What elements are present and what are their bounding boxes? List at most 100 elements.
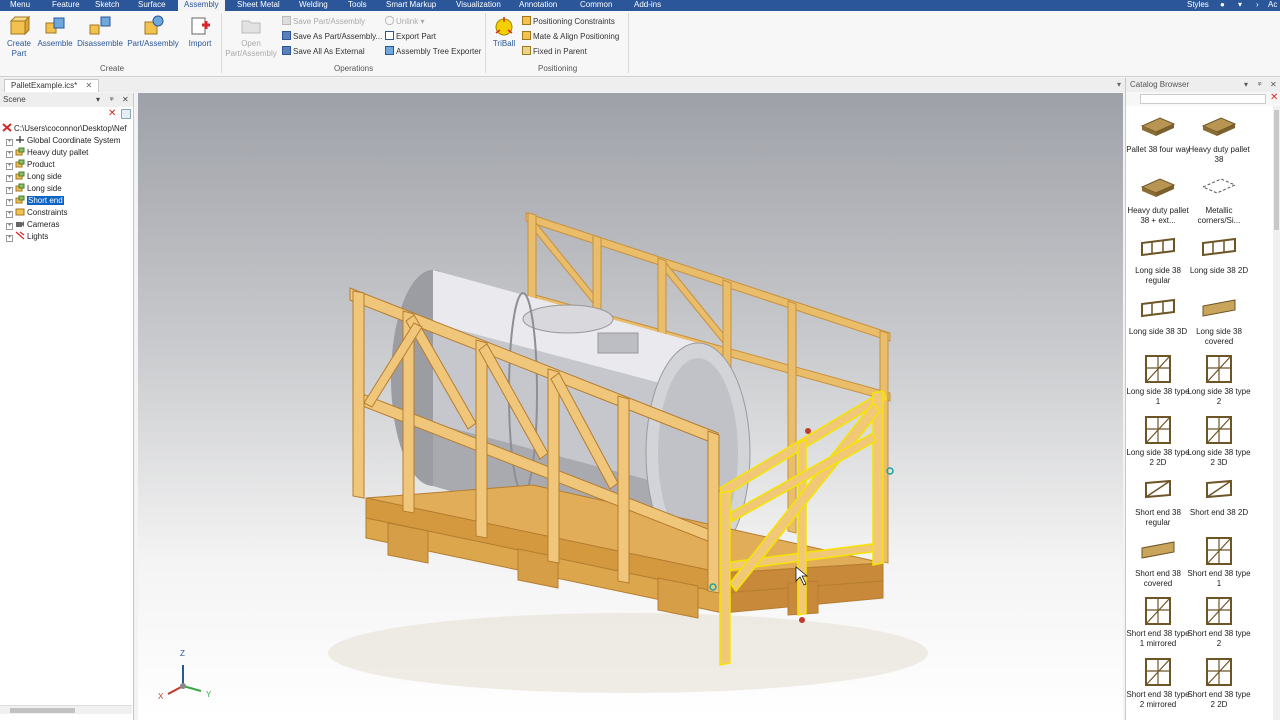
catalog-item[interactable]: Short end 38 type 2	[1187, 596, 1251, 649]
scrollbar-thumb[interactable]	[10, 708, 75, 713]
pin-icon[interactable]: ᵠ	[1258, 78, 1262, 92]
catalog-item[interactable]: Pallet 38 four way	[1126, 112, 1190, 155]
expand-icon[interactable]: +	[6, 223, 13, 230]
expand-icon[interactable]: +	[6, 199, 13, 206]
close-icon[interactable]: ✕	[1270, 78, 1277, 92]
tab-assembly[interactable]: Assembly	[178, 0, 225, 11]
catalog-item[interactable]: Long side 38 regular	[1126, 233, 1190, 286]
delete-icon[interactable]: ✕	[108, 109, 118, 119]
catalog-item[interactable]: Short end 38 type 2 2D	[1187, 657, 1251, 710]
tab-sketch[interactable]: Sketch	[95, 0, 119, 11]
close-icon[interactable]: ✕	[122, 93, 129, 107]
disassemble-button[interactable]: Disassemble	[77, 15, 123, 49]
pin-icon[interactable]: ᵠ	[110, 93, 114, 107]
mate-align-positioning-button[interactable]: Mate & Align Positioning	[522, 31, 619, 43]
tab-list-icon[interactable]: ▾	[1117, 80, 1121, 89]
tab-annotation[interactable]: Annotation	[519, 0, 557, 11]
tab-smart-markup[interactable]: Smart Markup	[386, 0, 436, 11]
catalog-item[interactable]: Long side 38 type 1	[1126, 354, 1190, 407]
part-assembly-button[interactable]: Part/Assembly	[126, 15, 180, 49]
unlink-button[interactable]: Unlink ▾	[385, 16, 424, 28]
handle-point[interactable]	[799, 617, 805, 623]
import-button[interactable]: Import	[185, 15, 215, 49]
catalog-item[interactable]: Heavy duty pallet 38	[1187, 112, 1251, 165]
tree-item-root[interactable]: C:\Users\coconnor\Desktop\Nef	[2, 123, 127, 135]
triball-button[interactable]: TriBall	[490, 15, 518, 49]
catalog-item[interactable]: Metallic corners/Si...	[1187, 173, 1251, 226]
3d-viewport[interactable]: Z X Y ▾	[138, 93, 1123, 720]
filter-icon[interactable]	[121, 109, 131, 119]
expand-icon[interactable]: +	[6, 211, 13, 218]
catalog-thumbnail-icon	[1206, 657, 1232, 686]
expand-icon[interactable]: +	[6, 139, 13, 146]
catalog-item[interactable]: Short end 38 type 2 mirrored	[1126, 657, 1190, 710]
tree-item-short-end[interactable]: + Short end	[6, 195, 64, 207]
catalog-item[interactable]: Long side 38 type 2	[1187, 354, 1251, 407]
catalog-item[interactable]: Short end 38 2D	[1187, 475, 1251, 518]
assemble-button[interactable]: Assemble	[36, 15, 74, 49]
catalog-search-input[interactable]	[1140, 94, 1266, 104]
catalog-grid: Pallet 38 four way Heavy duty pallet 38 He…	[1126, 106, 1280, 714]
expand-icon[interactable]: +	[6, 187, 13, 194]
scrollbar-thumb[interactable]	[1274, 110, 1279, 230]
tab-visualization[interactable]: Visualization	[456, 0, 501, 11]
help-icon[interactable]: ●	[1220, 0, 1225, 11]
tab-sheet-metal[interactable]: Sheet Metal	[237, 0, 280, 11]
catalog-item[interactable]: Long side 38 3D	[1126, 294, 1190, 337]
dropdown-icon[interactable]: ▾	[1244, 78, 1248, 92]
catalog-thumbnail-icon	[1206, 597, 1232, 625]
save-part-assembly-button[interactable]: Save Part/Assembly	[282, 16, 365, 28]
close-icon[interactable]: ✕	[85, 81, 92, 90]
catalog-thumbnail-icon	[1206, 415, 1232, 444]
tab-menu[interactable]: Menu	[10, 0, 30, 11]
catalog-item[interactable]: Short end 38 type 1 mirrored	[1126, 596, 1190, 649]
tree-item-product[interactable]: + Product	[6, 159, 55, 171]
tab-welding[interactable]: Welding	[299, 0, 328, 11]
minimize-ribbon-icon[interactable]: ▾	[1238, 0, 1242, 11]
positioning-constraints-button[interactable]: Positioning Constraints	[522, 16, 615, 28]
catalog-item[interactable]: Long side 38 type 2 2D	[1126, 415, 1190, 468]
tree-item-cameras[interactable]: + Cameras	[6, 219, 59, 231]
export-part-button[interactable]: Export Part	[385, 31, 436, 43]
open-part-assembly-button[interactable]: Open Part/Assembly	[224, 15, 278, 59]
chevron-icon[interactable]: ›	[1256, 0, 1259, 11]
tree-item-long-side-1[interactable]: + Long side	[6, 171, 62, 183]
expand-icon[interactable]: +	[6, 163, 13, 170]
catalog-item-label: Long side 38 type 2	[1187, 387, 1251, 406]
create-part-button[interactable]: Create Part	[4, 15, 34, 59]
catalog-scrollbar[interactable]	[1273, 106, 1280, 720]
tree-item-constraints[interactable]: + Constraints	[6, 207, 67, 219]
tree-item-global-coordinate-system[interactable]: + Global Coordinate System	[6, 135, 120, 147]
tab-surface[interactable]: Surface	[138, 0, 166, 11]
catalog-item[interactable]: Heavy duty pallet 38 + ext...	[1126, 173, 1190, 226]
fixed-in-parent-button[interactable]: Fixed in Parent	[522, 46, 587, 58]
handle-point[interactable]	[805, 428, 811, 434]
catalog-item[interactable]: Short end 38 type 1	[1187, 536, 1251, 589]
save-all-as-external-button[interactable]: Save All As External	[282, 46, 365, 58]
catalog-item-label: Pallet 38 four way	[1126, 145, 1190, 154]
tab-common[interactable]: Common	[580, 0, 612, 11]
catalog-item[interactable]: Long side 38 type 2 3D	[1187, 415, 1251, 468]
document-tab[interactable]: PalletExample.ics* ✕	[4, 79, 100, 92]
tree-item-long-side-2[interactable]: + Long side	[6, 183, 62, 195]
tab-add-ins[interactable]: Add-ins	[634, 0, 661, 11]
catalog-item[interactable]: Short end 38 covered	[1126, 536, 1190, 589]
catalog-item[interactable]: Long side 38 covered	[1187, 294, 1251, 347]
assembly-tree-exporter-button[interactable]: Assembly Tree Exporter	[385, 46, 481, 58]
crate-model[interactable]: Z X Y	[138, 93, 1123, 720]
dropdown-icon[interactable]: ▾	[96, 93, 100, 107]
tab-feature[interactable]: Feature	[52, 0, 80, 11]
clear-search-icon[interactable]: ✕	[1270, 92, 1278, 103]
expand-icon[interactable]: +	[6, 235, 13, 242]
horizontal-scrollbar[interactable]	[0, 705, 132, 714]
catalog-item[interactable]: Short end 38 regular	[1126, 475, 1190, 528]
expand-icon[interactable]: +	[6, 175, 13, 182]
tree-item-lights[interactable]: + Lights	[6, 231, 48, 243]
expand-icon[interactable]: +	[6, 151, 13, 158]
tree-item-heavy-duty-pallet[interactable]: + Heavy duty pallet	[6, 147, 88, 159]
styles-menu[interactable]: Styles	[1187, 0, 1209, 11]
save-as-part-assembly-button[interactable]: Save As Part/Assembly...	[282, 31, 382, 43]
create-part-label: Create Part	[6, 39, 31, 58]
tab-tools[interactable]: Tools	[348, 0, 367, 11]
catalog-item[interactable]: Long side 38 2D	[1187, 233, 1251, 276]
